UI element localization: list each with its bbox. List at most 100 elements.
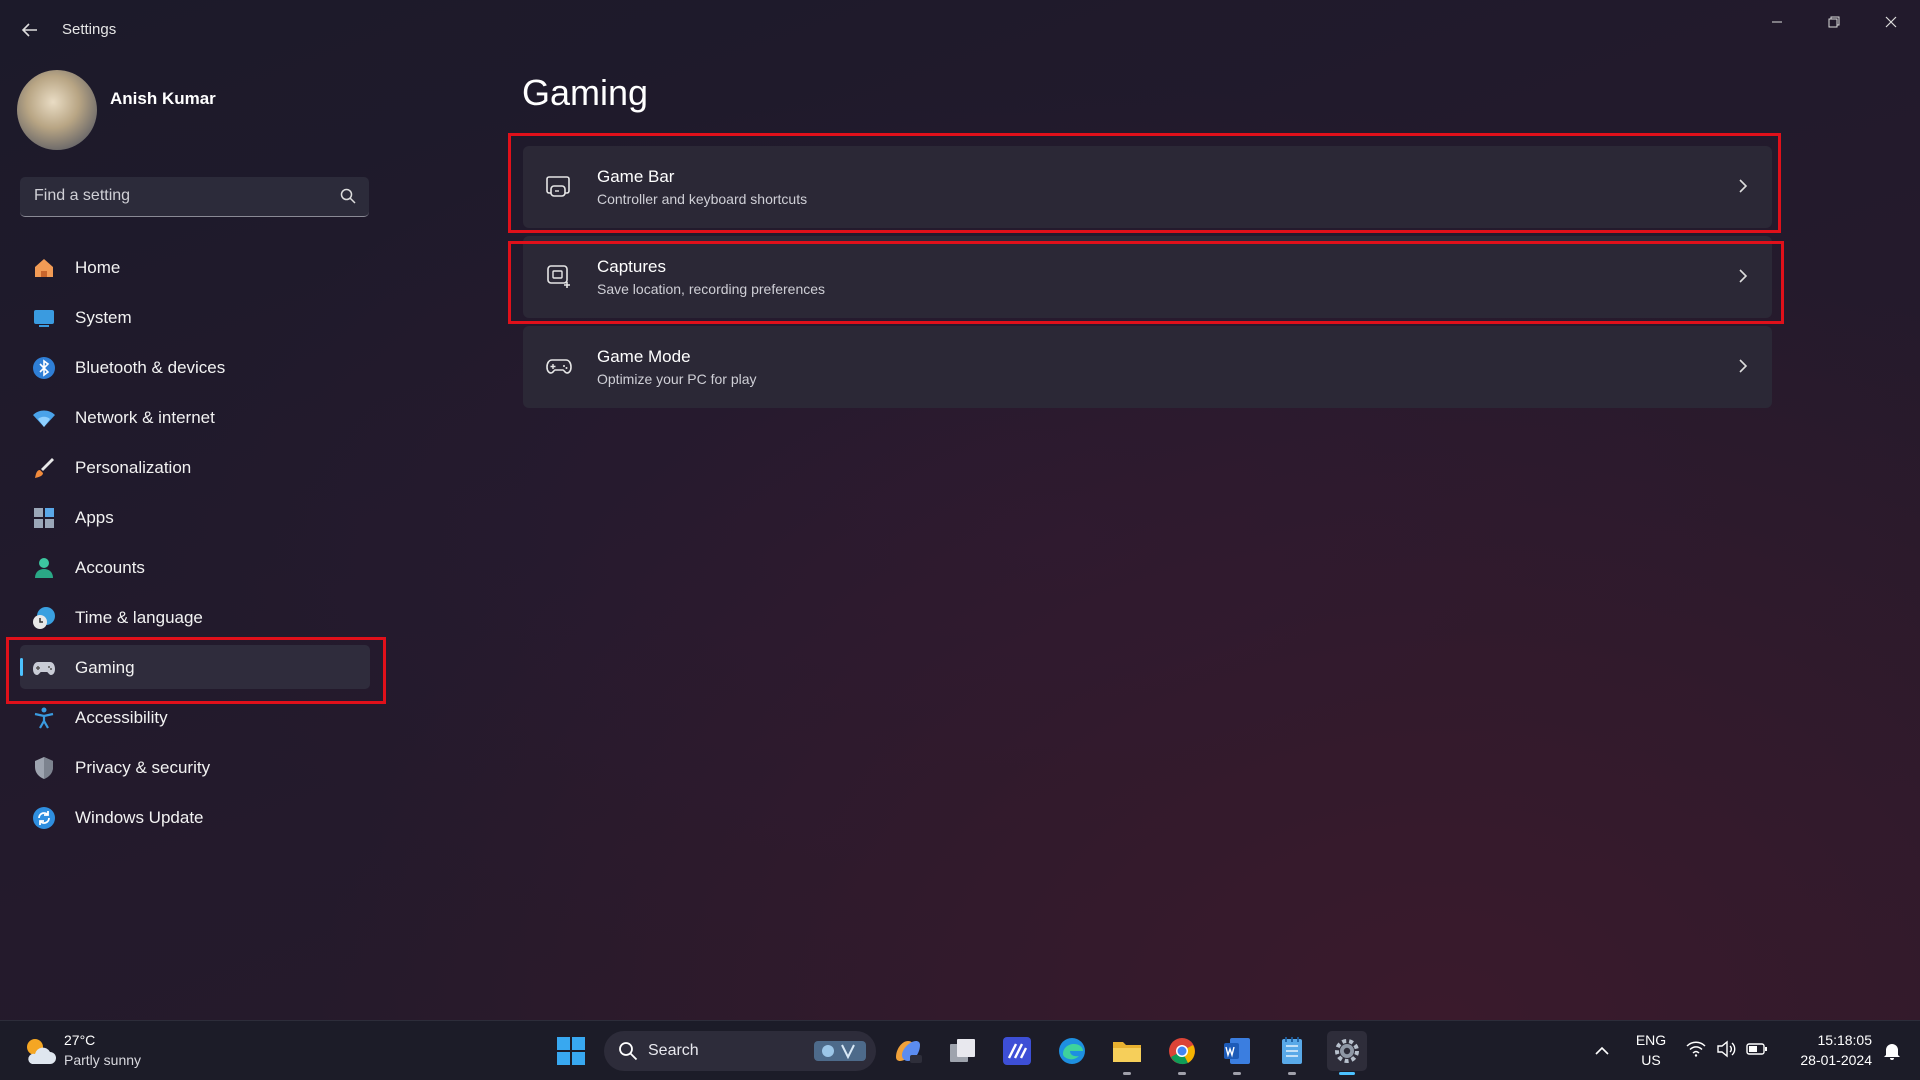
taskbar: 27°C Partly sunny Search ENG US 15:18:05… — [0, 1020, 1920, 1080]
search-icon — [619, 1042, 638, 1061]
clock-time: 15:18:05 — [1817, 1032, 1873, 1048]
sidebar-item-label: Windows Update — [75, 808, 204, 827]
notepad-icon — [1282, 1037, 1302, 1064]
sidebar-item-label: Accessibility — [75, 708, 168, 727]
page-title: Gaming — [522, 72, 649, 113]
highlight-captures — [508, 241, 1784, 324]
sidebar-item-apps[interactable]: Apps — [20, 495, 370, 539]
chevron-right-icon — [1739, 359, 1748, 373]
home-icon — [35, 259, 53, 277]
taskbar-word[interactable] — [1217, 1031, 1257, 1075]
edge-icon — [1059, 1038, 1085, 1064]
sidebar-item-label: Apps — [75, 508, 114, 527]
sidebar-item-label: Personalization — [75, 458, 192, 477]
highlight-gaming-nav — [6, 637, 386, 704]
taskbar-edge[interactable] — [1052, 1031, 1092, 1071]
taskbar-copilot[interactable] — [888, 1031, 928, 1071]
taskbar-file-explorer[interactable] — [1107, 1031, 1147, 1075]
sidebar-item-accounts[interactable]: Accounts — [20, 545, 370, 589]
task-view-icon — [950, 1039, 975, 1062]
search-icon[interactable] — [339, 187, 357, 205]
bell-icon — [1884, 1044, 1900, 1060]
running-indicator — [1233, 1072, 1241, 1075]
show-hidden-icons[interactable] — [1582, 1031, 1622, 1071]
brush-icon — [35, 458, 54, 478]
taskbar-chrome[interactable] — [1162, 1031, 1202, 1075]
taskbar-task-view[interactable] — [943, 1031, 983, 1071]
start-button[interactable] — [551, 1031, 591, 1071]
sidebar-item-label: Time & language — [75, 608, 203, 627]
notifications-button[interactable] — [1876, 1031, 1908, 1071]
card-game-mode[interactable]: Game Mode Optimize your PC for play — [523, 326, 1772, 408]
search-box[interactable] — [20, 177, 369, 217]
partly-sunny-icon — [27, 1039, 56, 1064]
sidebar-item-label: Home — [75, 258, 121, 277]
chrome-icon — [1169, 1038, 1195, 1065]
folder-icon — [1113, 1042, 1141, 1062]
minimize-icon — [1772, 21, 1782, 23]
app-title: Settings — [62, 21, 117, 38]
card-title: Game Mode — [597, 347, 691, 366]
shield-icon — [35, 757, 53, 779]
app-a-icon — [1003, 1037, 1031, 1065]
sidebar-item-home[interactable]: Home — [20, 245, 370, 289]
close-button[interactable] — [1869, 8, 1913, 36]
region-code: US — [1641, 1052, 1661, 1068]
sidebar-item-label: Bluetooth & devices — [75, 358, 226, 377]
card-subtitle: Optimize your PC for play — [597, 371, 757, 387]
weather-temp: 27°C — [64, 1032, 96, 1048]
clock-date: 28-01-2024 — [1800, 1052, 1872, 1068]
accessibility-icon — [34, 707, 54, 729]
apps-icon — [34, 508, 54, 528]
taskbar-settings[interactable] — [1327, 1031, 1367, 1075]
sidebar-item-bluetooth[interactable]: Bluetooth & devices — [20, 345, 370, 389]
sidebar-item-personalization[interactable]: Personalization — [20, 445, 370, 489]
search-highlight-icon — [814, 1041, 866, 1061]
restore-button[interactable] — [1812, 8, 1856, 36]
volume-icon — [1717, 1040, 1736, 1058]
accounts-icon — [35, 558, 53, 578]
system-icon — [34, 310, 54, 327]
sidebar-item-label: Accounts — [75, 558, 145, 577]
avatar[interactable] — [17, 70, 97, 150]
restore-icon — [1828, 16, 1840, 28]
update-icon — [33, 807, 55, 829]
settings-gear-icon — [1335, 1039, 1359, 1063]
taskbar-search[interactable]: Search — [604, 1031, 876, 1071]
running-indicator — [1288, 1072, 1296, 1075]
user-name: Anish Kumar — [110, 89, 216, 108]
back-arrow-icon — [21, 23, 37, 37]
wifi-icon — [1686, 1041, 1706, 1057]
back-button[interactable] — [18, 18, 42, 42]
language-code: ENG — [1635, 1032, 1667, 1048]
taskbar-app-a[interactable] — [997, 1031, 1037, 1071]
sidebar-item-network[interactable]: Network & internet — [20, 395, 370, 439]
chevron-up-icon — [1595, 1046, 1609, 1055]
sidebar-item-system[interactable]: System — [20, 295, 370, 339]
sidebar-item-label: System — [75, 308, 132, 327]
game-mode-icon — [546, 359, 572, 374]
weather-description: Partly sunny — [64, 1052, 142, 1068]
active-indicator — [1339, 1072, 1355, 1075]
word-icon — [1224, 1038, 1250, 1064]
taskbar-search-label: Search — [648, 1042, 699, 1059]
windows-logo-icon — [557, 1037, 585, 1065]
sidebar-item-time-language[interactable]: Time & language — [20, 595, 370, 639]
copilot-icon — [896, 1041, 922, 1063]
sidebar-item-privacy[interactable]: Privacy & security — [20, 745, 370, 789]
close-icon — [1885, 16, 1897, 28]
highlight-game-bar — [508, 133, 1781, 233]
running-indicator — [1123, 1072, 1131, 1075]
title-bar: Settings — [0, 0, 1920, 58]
sidebar-item-label: Privacy & security — [75, 758, 211, 777]
wifi-icon — [33, 410, 55, 427]
clock-globe-icon — [33, 607, 55, 629]
search-input[interactable] — [20, 177, 320, 215]
sidebar-nav: Home System Bluetooth & devices Network … — [20, 245, 370, 845]
bluetooth-icon — [33, 357, 55, 379]
minimize-button[interactable] — [1755, 8, 1799, 36]
sidebar-item-windows-update[interactable]: Windows Update — [20, 795, 370, 839]
running-indicator — [1178, 1072, 1186, 1075]
taskbar-notepad[interactable] — [1272, 1031, 1312, 1075]
battery-icon — [1746, 1043, 1767, 1055]
